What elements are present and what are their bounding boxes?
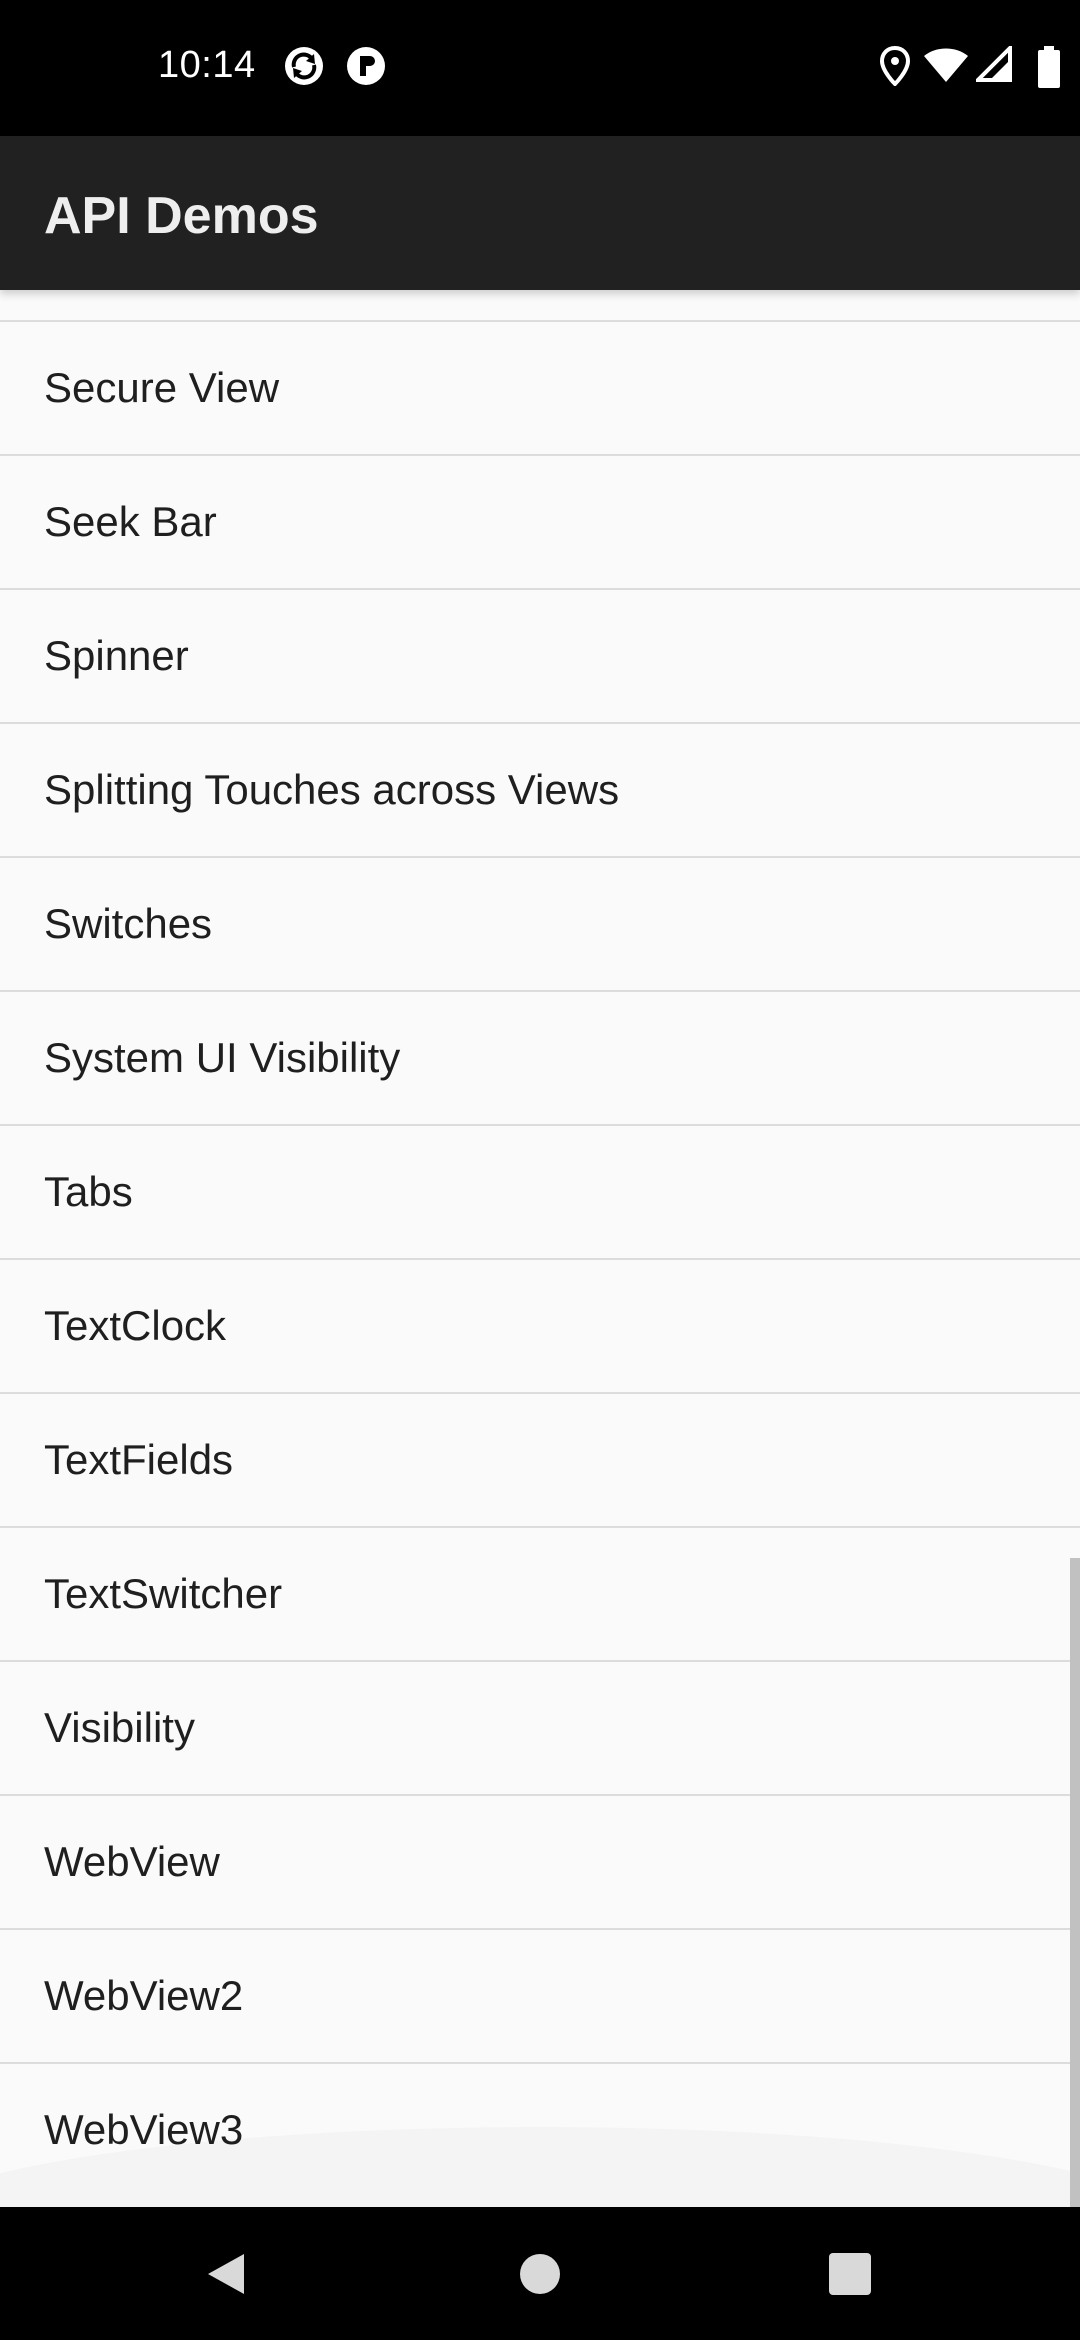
sync-icon — [284, 46, 324, 86]
list-item-label: Splitting Touches across Views — [44, 766, 620, 813]
recents-button[interactable] — [790, 2207, 910, 2340]
list-item-label: TextFields — [44, 1436, 234, 1483]
list-item-label: WebView — [44, 1838, 220, 1885]
list-item[interactable]: WebView2 — [0, 1928, 1080, 2062]
home-button[interactable] — [480, 2207, 600, 2340]
list-item[interactable]: TextFields — [0, 1392, 1080, 1526]
list-item-label: WebView2 — [44, 1972, 244, 2019]
status-time: 10:14 — [158, 44, 256, 86]
list-item[interactable]: System UI Visibility — [0, 990, 1080, 1124]
list-item-label: Tabs — [44, 1168, 133, 1215]
navigation-bar — [0, 2207, 1080, 2340]
list-item[interactable]: Splitting Touches across Views — [0, 722, 1080, 856]
app-notification-icon — [346, 46, 386, 86]
list-item[interactable]: Visibility — [0, 1660, 1080, 1794]
back-button[interactable] — [166, 2207, 286, 2340]
app-title: API Demos — [44, 187, 319, 245]
list-item[interactable]: Tabs — [0, 1124, 1080, 1258]
list-item-label: Switches — [44, 900, 213, 947]
list-item[interactable]: Seek Bar — [0, 454, 1080, 588]
scrollbar[interactable] — [1070, 1558, 1080, 2207]
list-item-label: Visibility — [44, 1704, 195, 1751]
list-item[interactable]: TextSwitcher — [0, 1526, 1080, 1660]
list-item-label: Secure View — [44, 364, 280, 411]
list-item[interactable]: Spinner — [0, 588, 1080, 722]
app-bar: API Demos — [0, 136, 1080, 290]
list-item[interactable]: Secure View — [0, 320, 1080, 454]
demo-list[interactable]: Secure View Seek Bar Spinner Splitting T… — [0, 290, 1080, 2207]
list-item-label: System UI Visibility — [44, 1034, 401, 1081]
list-item-label: TextSwitcher — [44, 1570, 283, 1617]
list-item-label: TextClock — [44, 1302, 227, 1349]
list-item[interactable]: WebView — [0, 1794, 1080, 1928]
list-item-label: Seek Bar — [44, 498, 217, 545]
list-item[interactable]: TextClock — [0, 1258, 1080, 1392]
list-item-label: Spinner — [44, 632, 189, 679]
status-bar: 10:14 — [0, 0, 1080, 136]
list-item[interactable]: Switches — [0, 856, 1080, 990]
